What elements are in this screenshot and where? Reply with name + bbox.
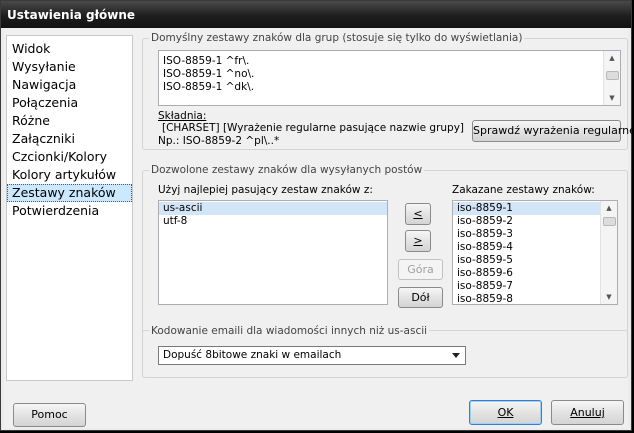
list-item[interactable]: iso-8859-2 bbox=[453, 215, 617, 228]
list-item[interactable]: iso-8859-1 bbox=[453, 202, 617, 215]
list-item[interactable]: iso-8859-8 bbox=[453, 293, 617, 304]
scroll-down-icon[interactable]: ▼ bbox=[604, 91, 620, 105]
settings-category-list[interactable]: Widok Wysyłanie Nawigacja Połączenia Róż… bbox=[6, 35, 133, 381]
scrollbar-thumb[interactable] bbox=[603, 217, 616, 226]
sidebar-item-zestawy-znakow[interactable]: Zestawy znaków bbox=[7, 184, 132, 202]
move-down-button[interactable]: Dół bbox=[398, 287, 443, 308]
help-button[interactable]: Pomoc bbox=[13, 403, 86, 427]
cancel-button[interactable]: Anuluj bbox=[551, 400, 624, 425]
syntax-description: [CHARSET] [Wyrażenie regularne pasujące … bbox=[162, 122, 465, 134]
sidebar-item-potwierdzenia[interactable]: Potwierdzenia bbox=[7, 202, 132, 220]
charset-rule-line: ISO-8859-1 ^fr\. bbox=[163, 55, 250, 67]
forbidden-list-scrollbar[interactable]: ▲ ▼ bbox=[600, 201, 617, 304]
settings-dialog: Ustawienia główne Widok Wysyłanie Nawiga… bbox=[0, 0, 634, 431]
dialog-client-area: Widok Wysyłanie Nawigacja Połączenia Róż… bbox=[4, 28, 634, 428]
move-up-button[interactable]: Góra bbox=[398, 259, 443, 280]
sidebar-item-zalaczniki[interactable]: Załączniki bbox=[7, 130, 132, 148]
move-left-button[interactable]: < bbox=[405, 203, 431, 225]
email-encoding-value: Dopuść 8bitowe znaki w emailach bbox=[163, 349, 342, 361]
ok-button-label: OK bbox=[497, 406, 514, 419]
sidebar-item-polaczenia[interactable]: Połączenia bbox=[7, 94, 132, 112]
list-item[interactable]: iso-8859-4 bbox=[453, 241, 617, 254]
group-posting-charsets: Dozwolone zestawy znaków dla wysyłanych … bbox=[142, 164, 628, 338]
forbidden-charsets-list[interactable]: iso-8859-1 iso-8859-2 iso-8859-3 iso-885… bbox=[452, 200, 618, 305]
syntax-example: Np.: ISO-8859-2 ^pl\..* bbox=[158, 135, 280, 147]
group-default-charsets-legend: Domyślny zestawy znaków dla grup (stosuj… bbox=[149, 32, 525, 44]
list-item[interactable]: iso-8859-3 bbox=[453, 228, 617, 241]
chevron-down-icon[interactable] bbox=[452, 353, 460, 358]
move-right-label: > bbox=[413, 234, 423, 247]
group-email-encoding-legend: Kodowanie emaili dla wiadomości innych n… bbox=[149, 325, 430, 337]
use-charsets-list[interactable]: us-ascii utf-8 bbox=[158, 200, 388, 305]
textarea-scrollbar[interactable]: ▲ ▼ bbox=[603, 51, 620, 105]
group-posting-charsets-legend: Dozwolone zestawy znaków dla wysyłanych … bbox=[149, 164, 425, 176]
sidebar-item-wysylanie[interactable]: Wysyłanie bbox=[7, 58, 132, 76]
sidebar-item-widok[interactable]: Widok bbox=[7, 40, 132, 58]
charset-rule-line: ISO-8859-1 ^no\. bbox=[163, 68, 255, 80]
charset-rules-textarea[interactable]: ISO-8859-1 ^fr\. ISO-8859-1 ^no\. ISO-88… bbox=[158, 50, 621, 106]
check-regex-button[interactable]: Sprawdź wyrażenia regularne bbox=[472, 120, 634, 142]
scroll-up-icon[interactable]: ▲ bbox=[604, 51, 620, 65]
group-default-charsets: Domyślny zestawy znaków dla grup (stosuj… bbox=[142, 32, 634, 150]
list-item[interactable]: iso-8859-7 bbox=[453, 280, 617, 293]
list-item[interactable]: iso-8859-5 bbox=[453, 254, 617, 267]
use-charsets-label: Użyj najlepiej pasujący zestaw znaków z: bbox=[158, 184, 373, 196]
syntax-label: Składnia: bbox=[158, 110, 207, 122]
move-right-button[interactable]: > bbox=[405, 230, 431, 252]
list-item[interactable]: utf-8 bbox=[159, 215, 387, 228]
cancel-button-label: Anuluj bbox=[570, 406, 605, 419]
scrollbar-thumb[interactable] bbox=[606, 71, 619, 80]
list-item[interactable]: us-ascii bbox=[159, 202, 387, 215]
list-item[interactable]: iso-8859-6 bbox=[453, 267, 617, 280]
scroll-down-icon[interactable]: ▼ bbox=[601, 290, 617, 304]
sidebar-item-nawigacja[interactable]: Nawigacja bbox=[7, 76, 132, 94]
sidebar-item-rozne[interactable]: Różne bbox=[7, 112, 132, 130]
charset-rule-line: ISO-8859-1 ^dk\. bbox=[163, 81, 255, 93]
email-encoding-select[interactable]: Dopuść 8bitowe znaki w emailach bbox=[158, 346, 466, 365]
sidebar-item-kolory-artykulow[interactable]: Kolory artykułów bbox=[7, 166, 132, 184]
move-left-label: < bbox=[413, 207, 423, 220]
window-title: Ustawienia główne bbox=[1, 1, 631, 28]
scroll-up-icon[interactable]: ▲ bbox=[601, 201, 617, 215]
group-email-encoding: Kodowanie emaili dla wiadomości innych n… bbox=[142, 325, 628, 378]
forbidden-charsets-label: Zakazane zestawy znaków: bbox=[452, 184, 595, 196]
sidebar-item-czcionki-kolory[interactable]: Czcionki/Kolory bbox=[7, 148, 132, 166]
ok-button[interactable]: OK bbox=[469, 400, 542, 425]
